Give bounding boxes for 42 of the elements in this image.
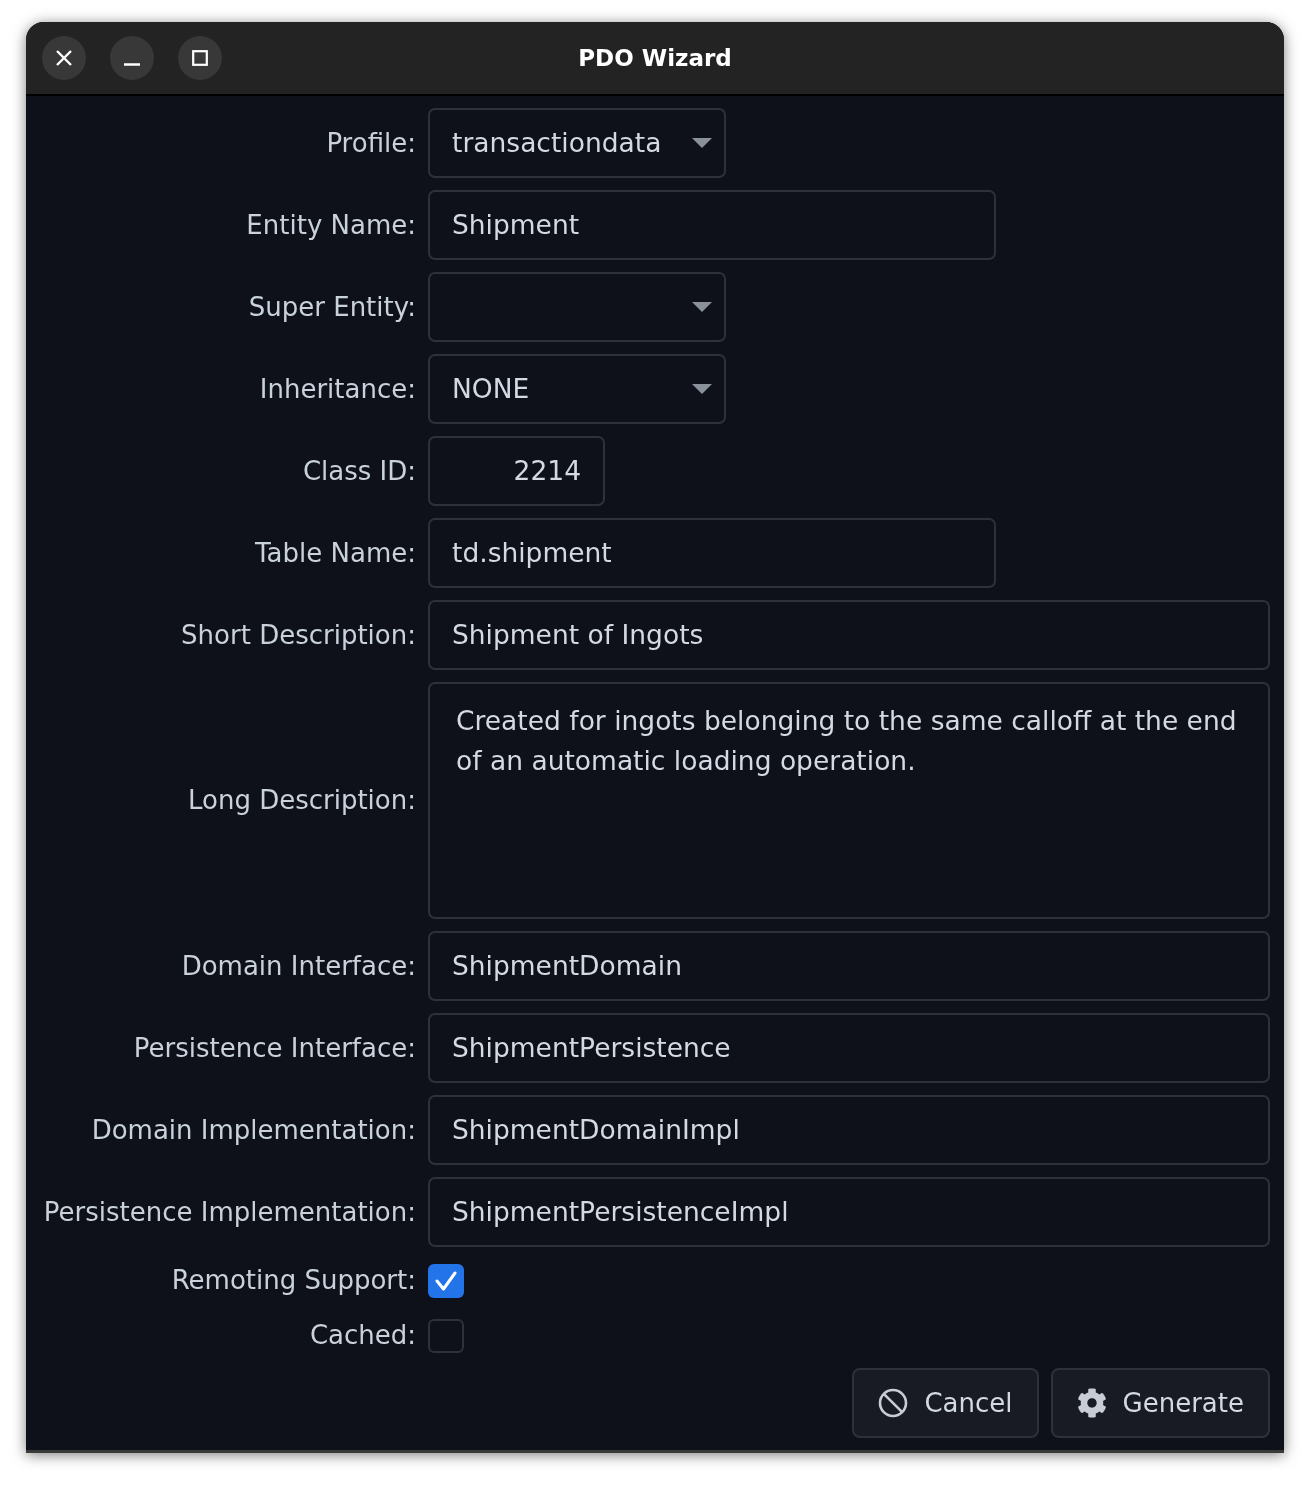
text-field[interactable]: td.shipment — [428, 518, 996, 588]
number-field[interactable]: 2214 — [428, 436, 605, 506]
window-title: PDO Wizard — [578, 43, 732, 73]
checkbox-label: Remoting Support: — [171, 1264, 416, 1297]
text-field[interactable]: Shipment — [428, 190, 996, 260]
caret-icon — [692, 138, 712, 148]
text-field[interactable]: ShipmentDomainImpl — [428, 1095, 1270, 1165]
checkbox-label: Cached: — [309, 1319, 416, 1352]
checkbox[interactable] — [428, 1318, 464, 1353]
dropdown[interactable]: transactiondata — [428, 108, 726, 178]
dropdown[interactable]: NONE — [428, 354, 726, 424]
check-icon — [435, 1270, 457, 1291]
field-label: Domain Implementation: — [91, 1113, 416, 1147]
field-label: Long Description: — [187, 784, 416, 817]
field-label: Profile: — [326, 126, 416, 160]
field-label: Entity Name: — [246, 208, 416, 242]
field-label: Super Entity: — [248, 290, 416, 324]
caret-icon — [692, 384, 712, 394]
minimize-button[interactable] — [110, 36, 154, 80]
maximize-button[interactable] — [178, 36, 222, 80]
field-label: Class ID: — [302, 454, 416, 488]
text-field[interactable]: Shipment of Ingots — [428, 600, 1270, 670]
gear-icon — [1076, 1388, 1107, 1418]
maximize-icon — [192, 50, 208, 66]
field-label: Short Description: — [181, 618, 416, 652]
close-button[interactable] — [42, 36, 86, 80]
field-label: Inheritance: — [259, 372, 416, 406]
field-label: Table Name: — [255, 536, 416, 570]
text-area[interactable]: Created for ingots belonging to the same calloff at the end of an automatic loading operation. — [428, 682, 1270, 919]
field-label: Persistence Interface: — [133, 1031, 416, 1065]
close-icon — [55, 49, 73, 67]
generate-button[interactable]: Generate — [1050, 1368, 1270, 1438]
ban-icon — [878, 1388, 909, 1418]
caret-icon — [692, 302, 712, 312]
field-label: Persistence Implementation: — [43, 1195, 416, 1229]
minimize-icon — [124, 62, 140, 66]
checkbox[interactable] — [428, 1263, 464, 1298]
text-field[interactable]: ShipmentPersistenceImpl — [428, 1177, 1270, 1247]
text-field[interactable]: ShipmentPersistence — [428, 1013, 1270, 1083]
text-field[interactable]: ShipmentDomain — [428, 931, 1270, 1001]
field-label: Domain Interface: — [181, 949, 416, 983]
cancel-button[interactable]: Cancel — [852, 1368, 1039, 1438]
